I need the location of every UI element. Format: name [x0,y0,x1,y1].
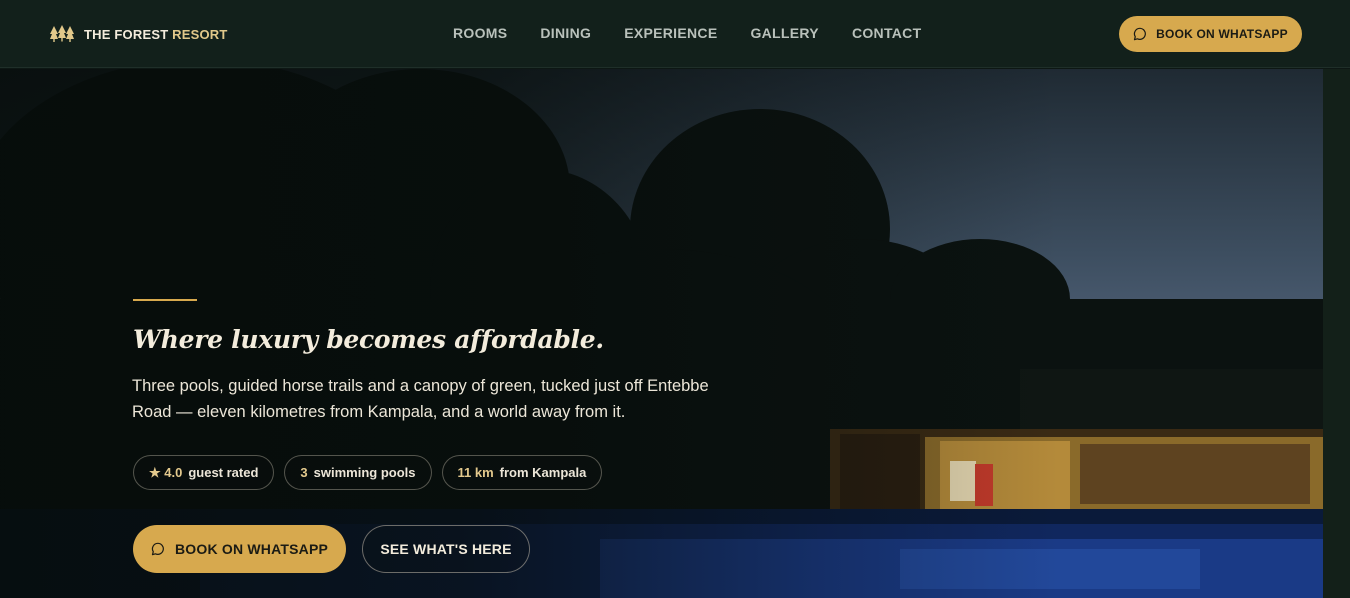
stat-label: guest rated [188,465,259,480]
side-strip [1323,69,1350,598]
stat-badge-distance: 11 km from Kampala [441,455,603,490]
nav-link-dining[interactable]: DINING [540,25,591,41]
stat-badge-pools: 3 swimming pools [284,455,432,490]
trees-icon [50,25,74,42]
stat-value: ★ 4.0 [149,464,183,480]
brand-name: THE FOREST RESORT [84,26,228,42]
hero-actions: BOOK ON WHATSAPP SEE WHAT'S HERE [133,525,530,573]
nav-link-contact[interactable]: CONTACT [852,25,922,41]
hero-content: Where luxury becomes affordable. Three p… [132,69,833,598]
brand[interactable]: THE FOREST RESORT [50,24,228,44]
nav-link-gallery[interactable]: GALLERY [750,25,818,41]
nav-link-experience[interactable]: EXPERIENCE [624,25,717,41]
nav-link-rooms[interactable]: ROOMS [453,25,507,41]
top-navigation: THE FOREST RESORT ROOMS DINING EXPERIENC… [0,0,1350,68]
see-whats-here-button[interactable]: SEE WHAT'S HERE [362,525,530,573]
nav-links: ROOMS DINING EXPERIENCE GALLERY CONTACT [453,25,954,41]
whatsapp-chat-icon [151,542,164,556]
nav-cta-label: BOOK ON WHATSAPP [1156,27,1288,41]
accent-rule [133,299,197,301]
stat-label: swimming pools [313,465,416,480]
nav-book-whatsapp-button[interactable]: BOOK ON WHATSAPP [1119,16,1302,52]
stat-badges: ★ 4.0 guest rated 3 swimming pools 11 km… [133,455,603,490]
hero-book-whatsapp-button[interactable]: BOOK ON WHATSAPP [133,525,346,573]
whatsapp-chat-icon [1134,27,1147,41]
stat-value: 3 [300,465,308,480]
stat-value: 11 km [457,465,494,480]
stat-badge-rating: ★ 4.0 guest rated [133,455,275,490]
stat-label: from Kampala [499,465,587,480]
primary-cta-label: BOOK ON WHATSAPP [174,541,329,557]
hero-headline: Where luxury becomes affordable. [133,325,604,354]
hero-description: Three pools, guided horse trails and a c… [132,377,709,421]
